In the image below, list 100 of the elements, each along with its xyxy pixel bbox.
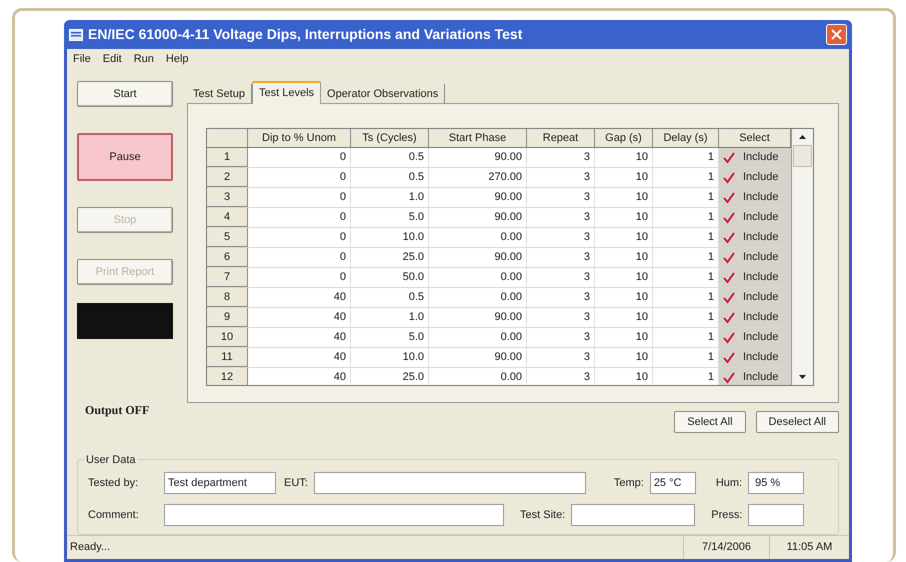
checkbox[interactable] — [723, 352, 735, 364]
checkbox[interactable] — [723, 312, 735, 324]
table-cell: 0 — [248, 268, 351, 287]
field-label: Press: — [711, 508, 742, 523]
menu-item[interactable]: Help — [166, 50, 189, 68]
field-label: Comment: — [88, 508, 140, 523]
table-cell: 0.5 — [351, 148, 429, 167]
table-cell: 10 — [595, 228, 653, 247]
close-button[interactable] — [826, 24, 847, 45]
checkbox[interactable] — [723, 252, 735, 264]
table-cell: 10 — [595, 288, 653, 307]
table-cell: 0.5 — [351, 288, 429, 307]
table-cell: 0 — [248, 228, 351, 247]
table-cell: 10 — [595, 168, 653, 187]
table-cell: 3 — [527, 208, 595, 227]
checkbox[interactable] — [723, 232, 735, 244]
table-cell: 3 — [527, 248, 595, 267]
table-cell: 40 — [248, 348, 351, 367]
checkbox[interactable] — [723, 272, 735, 284]
table-cell: 0 — [248, 168, 351, 187]
checkbox[interactable] — [723, 372, 735, 384]
include-label: Include — [743, 310, 778, 326]
field-label: Tested by: — [88, 476, 140, 491]
include-label: Include — [743, 350, 778, 366]
column-header: Start Phase — [429, 129, 527, 147]
include-label: Include — [743, 190, 778, 206]
column-header: Ts (Cycles) — [351, 129, 429, 147]
scroll-thumb[interactable] — [793, 145, 812, 167]
table-cell: 90.00 — [429, 248, 527, 267]
window-title: EN/IEC 61000-4-11 Voltage Dips, Interruptions and Variations Test — [88, 25, 524, 44]
tab[interactable]: Test Levels — [252, 81, 322, 104]
table-cell: 40 — [248, 328, 351, 347]
checkbox[interactable] — [723, 292, 735, 304]
table-cell: 10 — [595, 248, 653, 267]
side-button[interactable]: Pause — [77, 133, 173, 181]
table-cell: 3 — [527, 328, 595, 347]
table-cell: 5.0 — [351, 328, 429, 347]
table-cell: 1.0 — [351, 308, 429, 327]
checkbox[interactable] — [723, 172, 735, 184]
column-header: Repeat — [527, 129, 595, 147]
menu-item[interactable]: File — [73, 50, 91, 68]
table-cell: 10 — [595, 348, 653, 367]
include-label: Include — [743, 170, 778, 186]
table-cell: 90.00 — [429, 148, 527, 167]
side-button[interactable]: Start — [77, 81, 173, 107]
comment-field[interactable] — [164, 504, 504, 526]
row-header: 12 — [207, 368, 248, 385]
field-label: EUT: — [284, 476, 308, 491]
include-label: Include — [743, 230, 778, 246]
table-cell: 3 — [527, 168, 595, 187]
field-label: Hum: — [716, 476, 742, 491]
include-label: Include — [743, 270, 778, 286]
checkbox[interactable] — [723, 332, 735, 344]
checkbox[interactable] — [723, 192, 735, 204]
row-header: 9 — [207, 308, 248, 327]
table-cell: 0 — [248, 208, 351, 227]
table-cell: 10.0 — [351, 228, 429, 247]
table-cell: 10.0 — [351, 348, 429, 367]
table-cell: 40 — [248, 308, 351, 327]
table-cell: 0.5 — [351, 168, 429, 187]
checkbox[interactable] — [723, 212, 735, 224]
table-cell: 3 — [527, 148, 595, 167]
table-cell: 0.00 — [429, 368, 527, 385]
test-site-field[interactable] — [571, 504, 696, 526]
include-label: Include — [743, 150, 778, 166]
table-cell: 25.0 — [351, 368, 429, 385]
action-button[interactable]: Deselect All — [756, 411, 839, 433]
table-cell: 0.00 — [429, 288, 527, 307]
eut-field[interactable] — [314, 472, 586, 494]
column-header: Gap (s) — [595, 129, 653, 147]
include-label: Include — [743, 290, 778, 306]
tested-by-field[interactable]: Test department — [164, 472, 276, 494]
hum-field[interactable]: 95 % — [748, 472, 804, 494]
action-button[interactable]: Select All — [674, 411, 746, 433]
table-cell: 40 — [248, 288, 351, 307]
status-date: 7/14/2006 — [683, 536, 769, 559]
table-cell: 90.00 — [429, 208, 527, 227]
include-label: Include — [743, 210, 778, 226]
app-icon — [69, 28, 83, 40]
close-icon — [831, 29, 842, 40]
table-cell: 3 — [527, 348, 595, 367]
row-header: 8 — [207, 288, 248, 307]
status-time: 11:05 AM — [769, 536, 849, 559]
menu-item[interactable]: Edit — [102, 50, 122, 68]
table-cell: 5.0 — [351, 208, 429, 227]
table-cell: 90.00 — [429, 188, 527, 207]
checkbox[interactable] — [723, 152, 735, 164]
press-field[interactable] — [748, 504, 804, 526]
include-label: Include — [743, 250, 778, 266]
table-cell: 90.00 — [429, 308, 527, 327]
menu-item[interactable]: Run — [134, 50, 154, 68]
table-cell: 40 — [248, 368, 351, 385]
row-header: 6 — [207, 248, 248, 267]
table-cell: 270.00 — [429, 168, 527, 187]
temp-field[interactable]: 25 °C — [650, 472, 696, 494]
table-cell: 0 — [248, 248, 351, 267]
table-cell: 3 — [527, 368, 595, 385]
include-label: Include — [743, 370, 778, 385]
row-header: 3 — [207, 188, 248, 207]
table-cell: 0 — [248, 188, 351, 207]
